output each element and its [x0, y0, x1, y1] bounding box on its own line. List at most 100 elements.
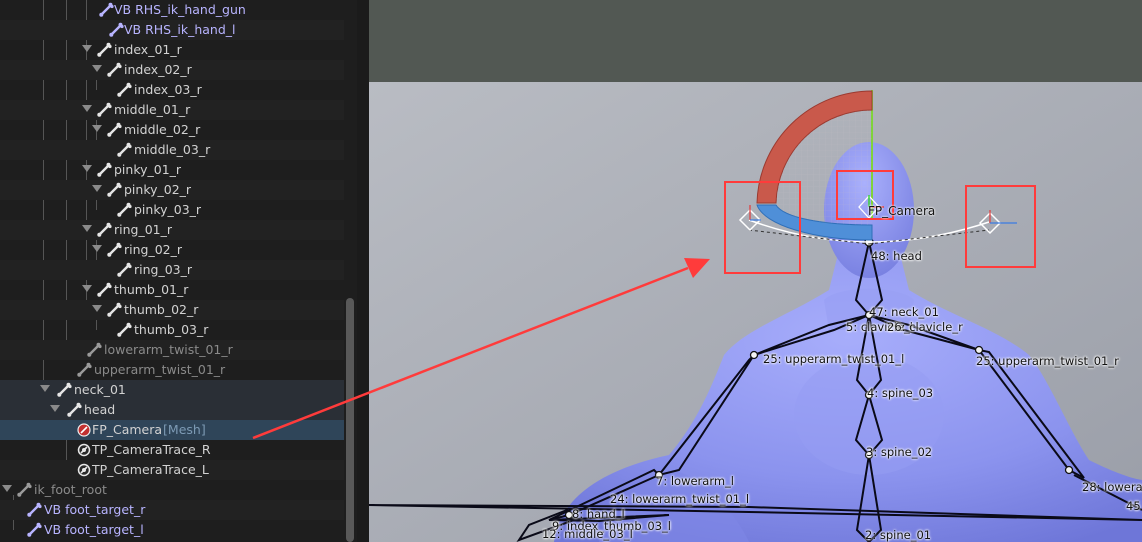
tree-row-middle-02-r[interactable]: middle_02_r	[0, 120, 344, 140]
tree-row-text: lowerarm_twist_01_r	[104, 342, 233, 357]
tree-row-head[interactable]: head	[0, 400, 344, 420]
tree-row-fp-camera[interactable]: FP_Camera[Mesh]	[0, 420, 344, 440]
tree-row-lowerarm-twist-01-r[interactable]: lowerarm_twist_01_r	[0, 340, 344, 360]
bone-icon	[96, 222, 112, 238]
bone-label-head: 48: head	[871, 249, 922, 263]
tree-row-text: index_03_r	[134, 82, 202, 97]
bone-label-mid: 12: middle_03_l	[542, 527, 633, 541]
tree-row-label: ring_01_r	[114, 222, 172, 238]
bone-icon	[116, 142, 132, 158]
tree-row-ring-03-r[interactable]: ring_03_r	[0, 260, 344, 280]
tree-row-thumb-01-r[interactable]: thumb_01_r	[0, 280, 344, 300]
tree-row-label: VB foot_target_r	[44, 502, 145, 518]
tree-row-text: ik_foot_root	[34, 482, 107, 497]
viewport[interactable]: FP_Camera 48: head 47: neck_01 5: clavicle…	[369, 0, 1142, 542]
bone-label-n45: 45	[1126, 499, 1141, 513]
tree-row-label: ring_02_r	[124, 242, 182, 258]
tree-row-index-03-r[interactable]: index_03_r	[0, 80, 344, 100]
expand-arrow-icon[interactable]	[92, 245, 102, 252]
bone-label-lar: 28: lowerarm_r	[1082, 480, 1142, 494]
tree-row-index-01-r[interactable]: index_01_r	[0, 40, 344, 60]
bone-icon	[106, 122, 122, 138]
expand-arrow-icon[interactable]	[82, 45, 92, 52]
tree-row-text: TP_CameraTrace_L	[92, 462, 209, 477]
virtual-bone-icon	[98, 2, 114, 18]
tree-row-label: thumb_02_r	[124, 302, 198, 318]
tree-row-upperarm-twist-01-r[interactable]: upperarm_twist_01_r	[0, 360, 344, 380]
tree-row-text: middle_02_r	[124, 122, 201, 137]
tree-row-thumb-02-r[interactable]: thumb_02_r	[0, 300, 344, 320]
expand-arrow-icon[interactable]	[92, 65, 102, 72]
tree-row-text: middle_03_r	[134, 142, 211, 157]
skeleton-tree-panel: VB RHS_ik_hand_gun VB RHS_ik_hand_l index_…	[0, 0, 357, 542]
tree-row-neck-01[interactable]: neck_01	[0, 380, 344, 400]
tree-row-vb-foot-target-l[interactable]: VB foot_target_l	[0, 520, 344, 540]
socket-icon	[76, 422, 92, 438]
tree-row-ring-02-r[interactable]: ring_02_r	[0, 240, 344, 260]
tree-row-text: VB foot_target_l	[44, 522, 144, 537]
bone-icon	[106, 302, 122, 318]
tree-row-text: middle_01_r	[114, 102, 191, 117]
expand-arrow-icon[interactable]	[92, 305, 102, 312]
expand-arrow-icon[interactable]	[82, 225, 92, 232]
tree-row-text: index_02_r	[124, 62, 192, 77]
tree-row-pinky-02-r[interactable]: pinky_02_r	[0, 180, 344, 200]
bone-label-uatr: 25: upperarm_twist_01_r	[976, 354, 1119, 368]
tree-row-label: upperarm_twist_01_r	[94, 362, 225, 378]
tree-row-tp-cameratrace-r[interactable]: TP_CameraTrace_R	[0, 440, 344, 460]
bone-label-clavr: 26: clavicle_r	[887, 320, 963, 334]
tree-row-label: pinky_01_r	[114, 162, 181, 178]
tree-row-text: TP_CameraTrace_R	[92, 442, 211, 457]
tree-row-label: middle_01_r	[114, 102, 190, 118]
expand-arrow-icon[interactable]	[82, 165, 92, 172]
tree-row-pinky-03-r[interactable]: pinky_03_r	[0, 200, 344, 220]
expand-arrow-icon[interactable]	[92, 185, 102, 192]
expand-arrow-icon[interactable]	[92, 125, 102, 132]
bone-label-neck: 47: neck_01	[869, 305, 939, 319]
tree-row-middle-03-r[interactable]: middle_03_r	[0, 140, 344, 160]
expand-arrow-icon[interactable]	[40, 385, 50, 392]
tree-row-thumb-03-r[interactable]: thumb_03_r	[0, 320, 344, 340]
bone-icon	[66, 402, 82, 418]
tree-row-label: FP_Camera[Mesh]	[92, 422, 206, 438]
tree-row-vb-foot-target-r[interactable]: VB foot_target_r	[0, 500, 344, 520]
bone-icon	[116, 82, 132, 98]
tree-row-text: VB RHS_ik_hand_gun	[114, 2, 246, 17]
bone-label-latl: 24: lowerarm_twist_01_l	[610, 492, 750, 506]
bone-icon	[16, 482, 32, 498]
bone-icon	[96, 162, 112, 178]
tree-row-vb-rhs-ik-hand-gun[interactable]: VB RHS_ik_hand_gun	[0, 0, 344, 20]
tree-row-label: VB RHS_ik_hand_l	[124, 22, 236, 38]
expand-arrow-icon[interactable]	[82, 105, 92, 112]
tree-row-label: middle_03_r	[134, 142, 210, 158]
tree-row-label: ik_foot_root	[34, 482, 107, 498]
virtual-bone-icon	[108, 22, 124, 38]
mesh-tag: [Mesh]	[163, 422, 206, 437]
tree-row-label: index_02_r	[124, 62, 192, 78]
tree-row-index-02-r[interactable]: index_02_r	[0, 60, 344, 80]
tree-row-text: pinky_02_r	[124, 182, 192, 197]
tree-row-text: index_01_r	[114, 42, 182, 57]
tree-row-label: pinky_02_r	[124, 182, 191, 198]
bone-label-spine2: 3: spine_02	[866, 445, 933, 459]
tree-scrollbar[interactable]	[346, 298, 354, 542]
tree-row-vb-rhs-ik-hand-l[interactable]: VB RHS_ik_hand_l	[0, 20, 344, 40]
bone-icon	[116, 322, 132, 338]
bone-label-spine3: 4: spine_03	[867, 386, 934, 400]
tree-row-ring-01-r[interactable]: ring_01_r	[0, 220, 344, 240]
tree-row-text: FP_Camera	[92, 422, 163, 437]
expand-arrow-icon[interactable]	[2, 485, 12, 492]
tree-row-ik-foot-root[interactable]: ik_foot_root	[0, 480, 344, 500]
bone-icon	[96, 282, 112, 298]
socket-icon	[76, 462, 92, 478]
bone-icon	[106, 62, 122, 78]
expand-arrow-icon[interactable]	[82, 285, 92, 292]
bone-icon	[106, 242, 122, 258]
tree-row-text: pinky_03_r	[134, 202, 202, 217]
tree-row-text: ring_01_r	[114, 222, 173, 237]
tree-row-pinky-01-r[interactable]: pinky_01_r	[0, 160, 344, 180]
tree-row-label: ring_03_r	[134, 262, 192, 278]
tree-row-middle-01-r[interactable]: middle_01_r	[0, 100, 344, 120]
tree-row-tp-cameratrace-l[interactable]: TP_CameraTrace_L	[0, 460, 344, 480]
expand-arrow-icon[interactable]	[50, 405, 60, 412]
